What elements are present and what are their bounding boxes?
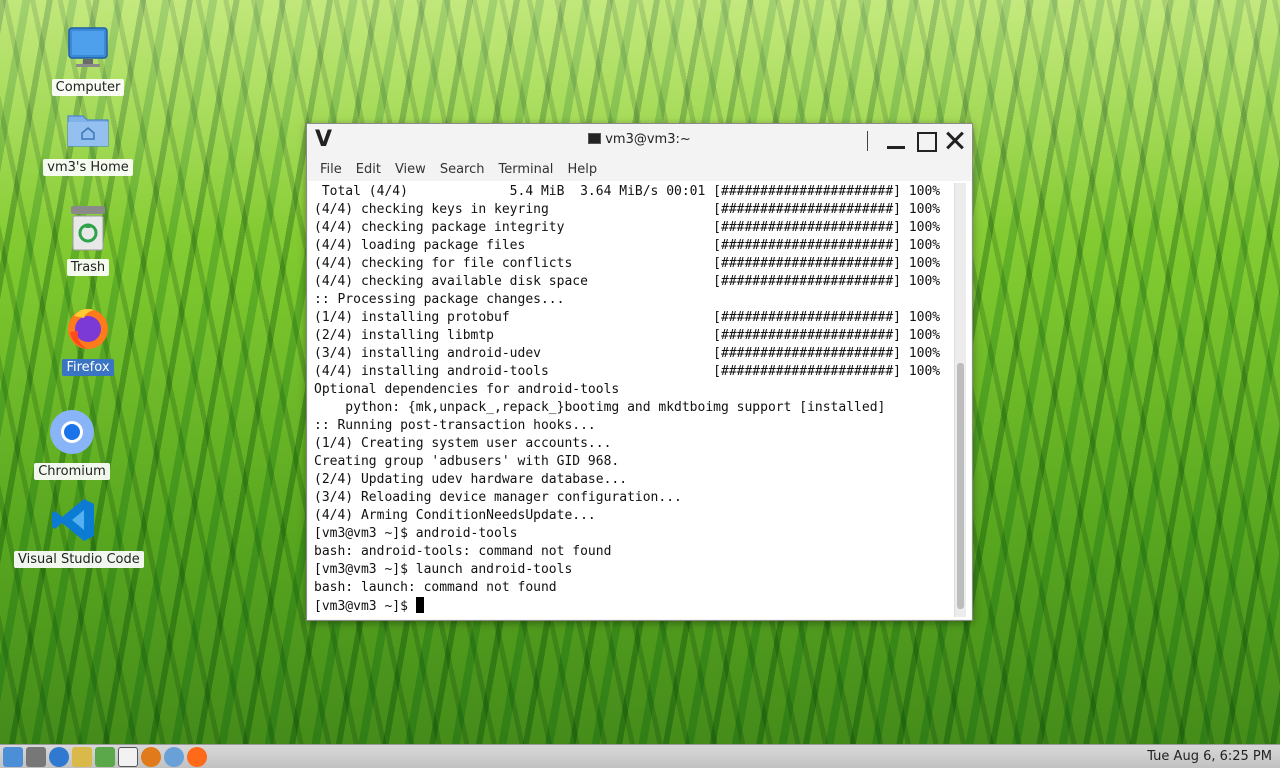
terminal-line: Creating group 'adbusers' with GID 968. (314, 454, 620, 469)
firefox-icon (64, 304, 112, 352)
menu-search[interactable]: Search (433, 159, 492, 180)
terminal-line: :: Running post-transaction hooks... (314, 418, 596, 433)
terminal-line: (4/4) Arming ConditionNeedsUpdate... (314, 508, 596, 523)
terminal-icon (588, 133, 602, 144)
document-icon[interactable] (118, 746, 138, 767)
terminal-line: (1/4) Creating system user accounts... (314, 436, 612, 451)
terminal-prompt: [vm3@vm3 ~]$ (314, 599, 416, 614)
start-menu-icon[interactable] (3, 746, 23, 767)
desktop-icon-vscode[interactable]: Visual Studio Code (14, 496, 144, 568)
terminal-line: [vm3@vm3 ~]$ launch android-tools (314, 562, 573, 577)
terminal-line: (4/4) checking for file conflicts [#####… (314, 256, 941, 271)
terminal-window[interactable]: V vm3@vm3:~ File Edit View Search Termin… (306, 123, 973, 621)
terminal-text[interactable]: Total (4/4) 5.4 MiB 3.64 MiB/s 00:01 [##… (308, 181, 971, 616)
desktop-icon-label: Firefox (62, 359, 114, 376)
window-title-text: vm3@vm3:~ (605, 132, 691, 147)
desktop-icon-firefox[interactable]: Firefox (28, 304, 148, 376)
menu-file[interactable]: File (313, 159, 349, 180)
terminal-line: (2/4) installing libmtp [###############… (314, 328, 941, 343)
menu-view[interactable]: View (388, 159, 433, 180)
scrollbar[interactable] (954, 183, 966, 617)
vscode-icon (50, 496, 98, 544)
search-icon[interactable] (141, 746, 161, 767)
taskbar: Tue Aug 6, 6:25 PM (0, 744, 1280, 768)
settings-icon[interactable] (26, 746, 46, 767)
clock[interactable]: Tue Aug 6, 6:25 PM (1147, 749, 1272, 764)
terminal-line: bash: launch: command not found (314, 580, 557, 595)
close-button[interactable] (942, 128, 968, 154)
menu-terminal[interactable]: Terminal (491, 159, 560, 180)
scrollbar-thumb[interactable] (957, 363, 964, 609)
title-bar[interactable]: V vm3@vm3:~ (307, 124, 972, 157)
terminal-line: (4/4) checking package integrity [######… (314, 220, 941, 235)
terminal-line: (4/4) checking available disk space [###… (314, 274, 941, 289)
desktop-icon-label: Computer (51, 79, 125, 96)
system-monitor-icon[interactable] (72, 746, 92, 767)
maximize-button[interactable] (912, 128, 938, 154)
terminal-line: Optional dependencies for android-tools (314, 382, 620, 397)
menu-help[interactable]: Help (560, 159, 604, 180)
terminal-line: (3/4) installing android-udev [#########… (314, 346, 941, 361)
terminal-line: (1/4) installing protobuf [#############… (314, 310, 941, 325)
desktop-icon-trash[interactable]: Trash (28, 204, 148, 276)
menu-bar: File Edit View Search Terminal Help (307, 157, 972, 181)
desktop-icon-label: Visual Studio Code (14, 551, 144, 568)
computer-icon (64, 24, 112, 72)
home-folder-icon (64, 104, 112, 152)
terminal-line: python: {mk,unpack_,repack_}bootimg and … (345, 400, 886, 415)
terminal-line: :: Processing package changes... (314, 292, 565, 307)
terminal-cursor (415, 597, 424, 613)
desktop-icon-label: Chromium (34, 463, 110, 480)
network-icon[interactable] (164, 746, 184, 767)
desktop-icon-chromium[interactable]: Chromium (12, 408, 132, 480)
terminal-line: (4/4) loading package files [###########… (314, 238, 941, 253)
menu-edit[interactable]: Edit (349, 159, 388, 180)
desktop-icon-computer[interactable]: Computer (28, 24, 148, 96)
desktop-icon-home[interactable]: vm3's Home (28, 104, 148, 176)
terminal-line: Total (4/4) 5.4 MiB 3.64 MiB/s 00:01 [##… (321, 184, 941, 199)
trash-icon (64, 204, 112, 252)
chromium-icon (48, 408, 96, 456)
accessibility-icon[interactable] (49, 746, 69, 767)
terminal-output[interactable]: Total (4/4) 5.4 MiB 3.64 MiB/s 00:01 [##… (308, 181, 971, 619)
minimize-button[interactable] (882, 128, 908, 154)
firefox-taskbar-icon[interactable] (187, 746, 207, 767)
image-viewer-icon[interactable] (95, 746, 115, 767)
desktop-icon-label: vm3's Home (43, 159, 133, 176)
terminal-line: bash: android-tools: command not found (314, 544, 612, 559)
terminal-line: [vm3@vm3 ~]$ android-tools (314, 526, 518, 541)
window-controls (867, 128, 968, 154)
terminal-line: (3/4) Reloading device manager configura… (314, 490, 682, 505)
divider (867, 131, 868, 151)
terminal-line: (4/4) installing android-tools [########… (314, 364, 941, 379)
desktop-icon-label: Trash (66, 259, 110, 276)
terminal-line: (2/4) Updating udev hardware database... (314, 472, 628, 487)
terminal-line: (4/4) checking keys in keyring [########… (314, 202, 941, 217)
